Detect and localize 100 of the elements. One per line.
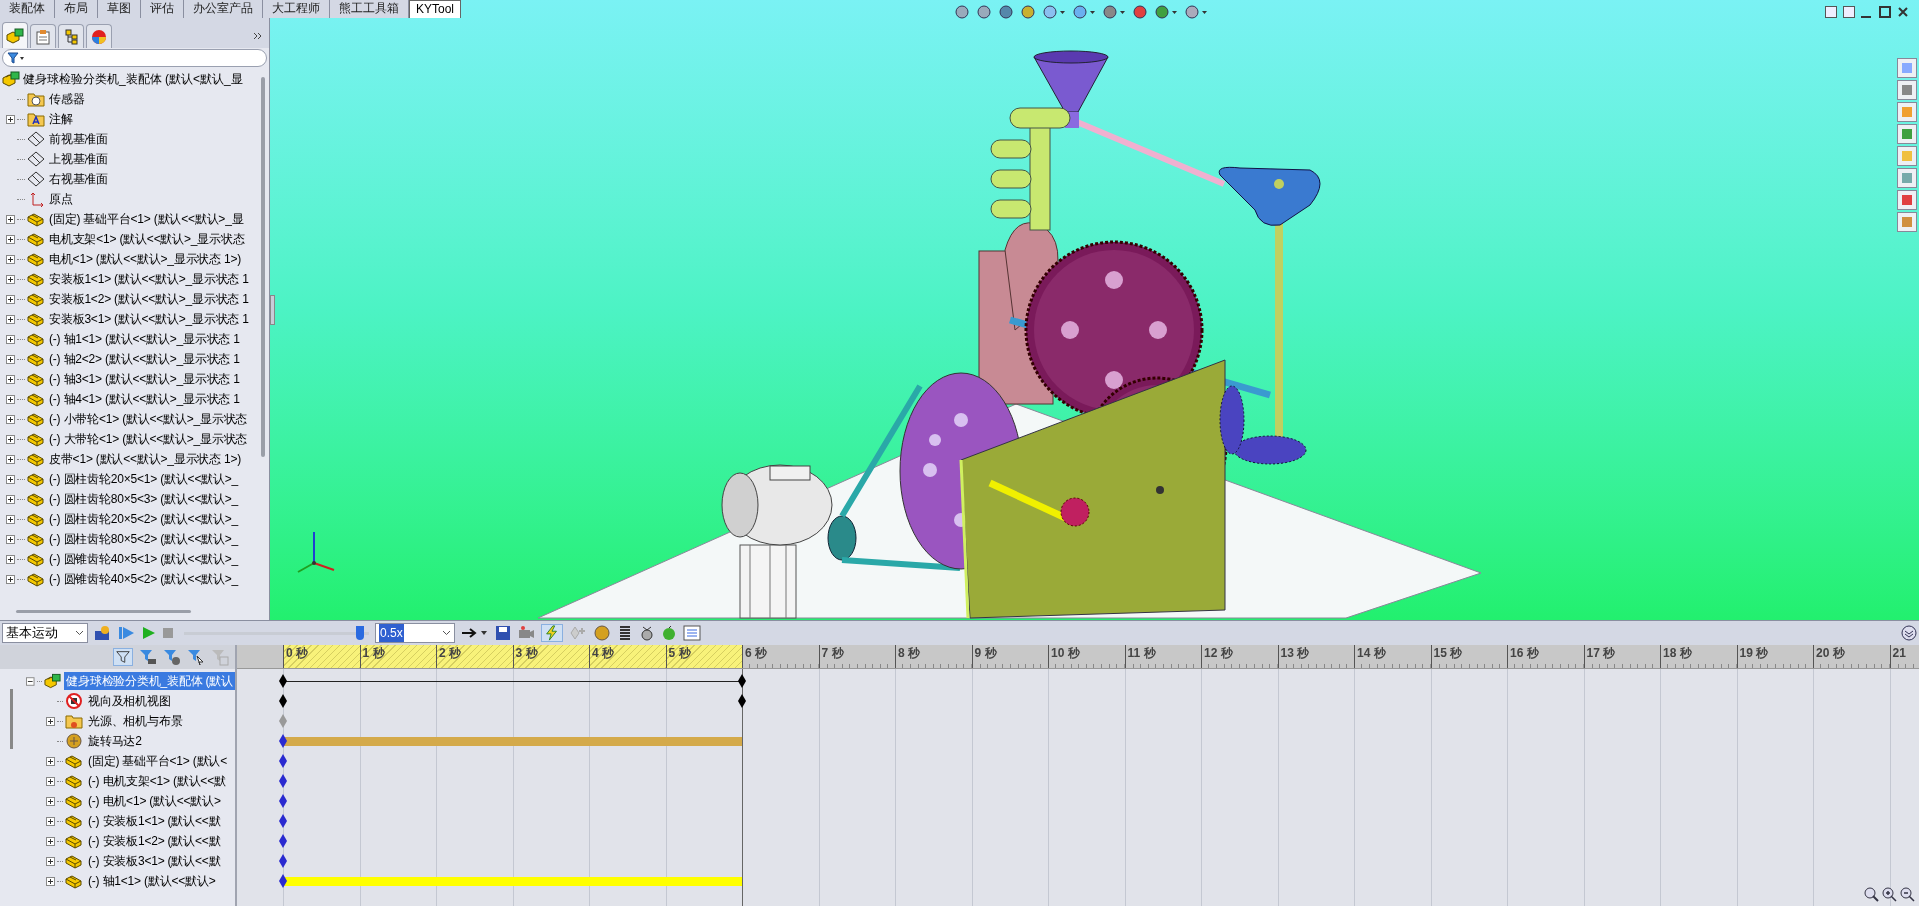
expand-chevron-icon[interactable] [253, 32, 263, 40]
configuration-manager-tab[interactable] [58, 24, 84, 48]
feature-manager-tab[interactable] [2, 22, 28, 48]
tree-item-label[interactable]: (-) 圆柱齿轮80×5<2> (默认<<默认>_ [49, 530, 239, 548]
expand-icon[interactable] [46, 876, 55, 886]
key-point[interactable] [279, 694, 287, 708]
expand-icon[interactable] [46, 836, 55, 846]
close-button[interactable] [1897, 6, 1909, 18]
tree-item-label[interactable]: 电机支架<1> (默认<<默认>_显示状态 [49, 230, 245, 248]
expand-icon[interactable] [6, 354, 15, 364]
tree-item-label[interactable]: (-) 圆柱齿轮20×5<1> (默认<<默认>_ [49, 470, 239, 488]
tree-item-label[interactable]: (固定) 基础平台<1> (默认<<默认>_显 [49, 210, 244, 228]
tree-item-label[interactable]: (-) 圆柱齿轮80×5<3> (默认<<默认>_ [49, 490, 239, 508]
camera-icon[interactable] [517, 625, 535, 641]
expand-icon[interactable] [6, 114, 15, 124]
tree-item-label[interactable]: 皮带<1> (默认<<默认>_显示状态 1>) [49, 450, 242, 468]
scrollbar-thumb[interactable] [261, 77, 265, 457]
key-point[interactable] [279, 854, 287, 868]
tree-item-label[interactable]: 视向及相机视图 [86, 692, 173, 710]
tree-item-label[interactable]: (-) 轴2<2> (默认<<默认>_显示状态 1 [49, 350, 240, 368]
restore-button[interactable] [1879, 6, 1891, 18]
key-point[interactable] [738, 674, 746, 688]
collapse-chevron-icon[interactable] [1901, 625, 1917, 641]
tree-item-label[interactable]: 电机<1> (默认<<默认>_显示状态 1>) [49, 250, 242, 268]
tree-item-label[interactable]: 安装板1<2> (默认<<默认>_显示状态 1 [49, 290, 249, 308]
tree-item-label[interactable]: (-) 电机<1> (默认<<默认> [86, 792, 223, 810]
expand-icon[interactable] [46, 716, 55, 726]
key-point[interactable] [279, 754, 287, 768]
key-point[interactable] [279, 874, 287, 888]
tree-item-label[interactable]: 健身球检验分类机_装配体 (默认<默认_显 [23, 70, 243, 88]
tile-window-button[interactable] [1825, 6, 1837, 18]
expand-icon[interactable] [6, 254, 15, 264]
expand-icon[interactable] [6, 294, 15, 304]
expand-icon[interactable] [6, 314, 15, 324]
expand-icon[interactable] [46, 756, 55, 766]
filter-driving-icon[interactable] [163, 648, 181, 666]
tree-item-label[interactable]: (-) 轴4<1> (默认<<默认>_显示状态 1 [49, 390, 240, 408]
key-point[interactable] [279, 834, 287, 848]
expand-icon[interactable] [6, 414, 15, 424]
tree-item-label[interactable]: (-) 安装板3<1> (默认<<默 [86, 852, 223, 870]
tree-item-label[interactable]: (-) 轴1<1> (默认<<默认>_显示状态 1 [49, 330, 240, 348]
zoom-out-icon[interactable] [1899, 886, 1915, 902]
expand-icon[interactable] [6, 374, 15, 384]
play-from-start-icon[interactable] [118, 625, 136, 641]
lightning-icon[interactable] [541, 624, 563, 642]
calculate-icon[interactable] [94, 625, 112, 641]
tree-item-label[interactable]: (-) 大带轮<1> (默认<<默认>_显示状态 [49, 430, 248, 448]
tree-item-label[interactable]: (-) 安装板1<1> (默认<<默 [86, 812, 223, 830]
arrow-right-icon[interactable] [461, 627, 489, 639]
tree-item-label[interactable]: (-) 轴1<1> (默认<<默认> [86, 872, 218, 890]
filter-selected-icon[interactable] [187, 648, 205, 666]
expand-icon[interactable] [6, 434, 15, 444]
speed-dropdown[interactable]: 0.5x [375, 623, 455, 643]
motor-icon[interactable] [593, 625, 611, 641]
key-point[interactable] [279, 794, 287, 808]
filter-animated-icon[interactable] [139, 648, 157, 666]
splitter-handle[interactable] [270, 295, 275, 325]
collapse-icon[interactable] [26, 676, 35, 686]
tree-item-label[interactable]: 原点 [49, 190, 73, 208]
tree-item-label[interactable]: 传感器 [49, 90, 85, 108]
tree-item-label[interactable]: 安装板3<1> (默认<<默认>_显示状态 1 [49, 310, 249, 328]
tree-item-label[interactable]: (固定) 基础平台<1> (默认< [86, 752, 229, 770]
expand-icon[interactable] [6, 554, 15, 564]
command-tab[interactable]: KYTool [409, 0, 462, 18]
appearance-tab[interactable] [86, 24, 112, 48]
tree-item-label[interactable]: 光源、相机与布景 [86, 712, 185, 730]
tree-item-label[interactable]: (-) 电机支架<1> (默认<<默 [86, 772, 228, 790]
study-type-dropdown[interactable]: 基本运动 [2, 623, 88, 643]
horizontal-scrollbar-thumb[interactable] [16, 609, 191, 613]
expand-icon[interactable] [6, 534, 15, 544]
expand-icon[interactable] [46, 856, 55, 866]
tree-item-label[interactable]: (-) 圆锥齿轮40×5<1> (默认<<默认>_ [49, 550, 239, 568]
key-point[interactable] [279, 774, 287, 788]
expand-icon[interactable] [6, 234, 15, 244]
expand-icon[interactable] [6, 514, 15, 524]
scrollbar-thumb[interactable] [10, 689, 13, 749]
tree-item-label[interactable]: (-) 轴3<1> (默认<<默认>_显示状态 1 [49, 370, 240, 388]
tree-item-label[interactable]: 右视基准面 [49, 170, 108, 188]
expand-icon[interactable] [6, 494, 15, 504]
expand-icon[interactable] [6, 334, 15, 344]
tree-item-label[interactable]: (-) 圆锥齿轮40×5<2> (默认<<默认>_ [49, 570, 239, 588]
expand-icon[interactable] [46, 816, 55, 826]
expand-icon[interactable] [46, 776, 55, 786]
tree-item-label[interactable]: 注解 [49, 110, 73, 128]
key-point[interactable] [279, 674, 287, 688]
zoom-fit-icon[interactable] [1863, 886, 1879, 902]
tree-item-label[interactable]: 健身球检验分类机_装配体 (默认 [64, 672, 235, 690]
tree-item-label[interactable]: 上视基准面 [49, 150, 108, 168]
tree-item-label[interactable]: (-) 小带轮<1> (默认<<默认>_显示状态 [49, 410, 248, 428]
expand-icon[interactable] [6, 274, 15, 284]
expand-icon[interactable] [6, 574, 15, 584]
spring-icon[interactable] [617, 625, 633, 641]
filter-icon[interactable] [113, 648, 133, 666]
key-point[interactable] [738, 694, 746, 708]
save-icon[interactable] [495, 625, 511, 641]
tree-item-label[interactable]: 前视基准面 [49, 130, 108, 148]
expand-icon[interactable] [6, 394, 15, 404]
contact-icon[interactable] [639, 625, 655, 641]
results-list-icon[interactable] [683, 625, 701, 641]
expand-icon[interactable] [6, 214, 15, 224]
